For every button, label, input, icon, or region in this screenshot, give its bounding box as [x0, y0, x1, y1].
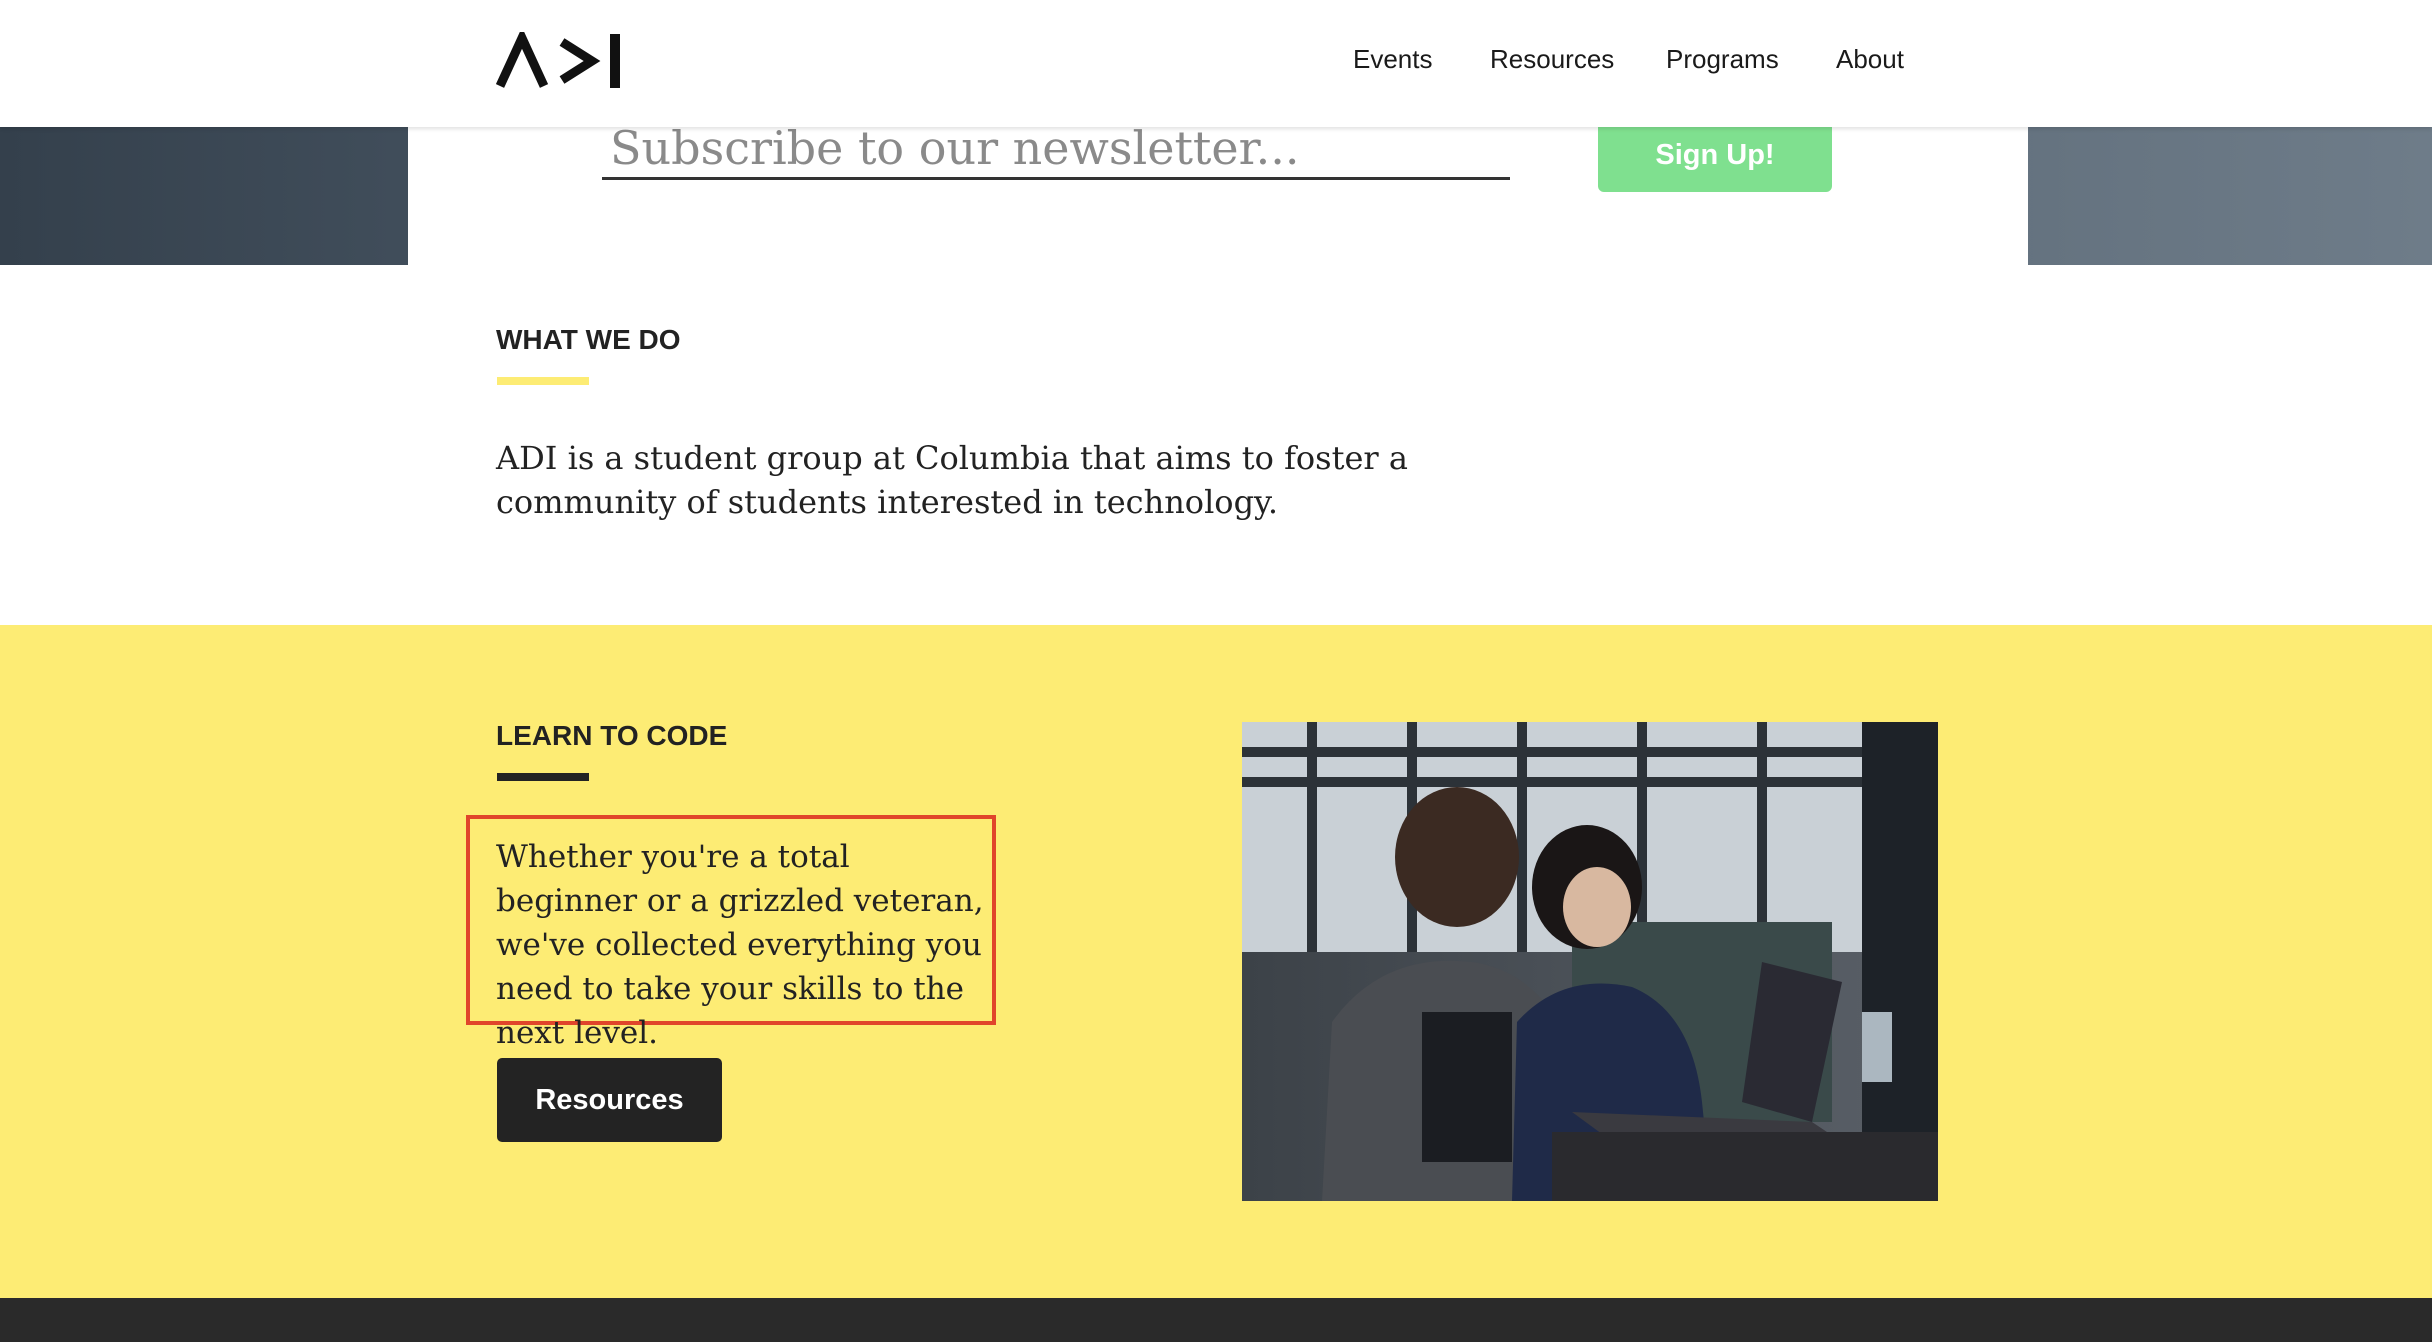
- learn-to-code-underline: [497, 773, 589, 781]
- nav-resources[interactable]: Resources: [1490, 44, 1614, 75]
- newsletter-email-input[interactable]: [602, 118, 1510, 180]
- what-we-do-heading: WHAT WE DO: [496, 324, 681, 355]
- footer: [0, 1298, 2432, 1342]
- nav-programs[interactable]: Programs: [1666, 44, 1779, 75]
- learn-to-code-text: Whether you're a total beginner or a gri…: [496, 839, 984, 1051]
- what-we-do-underline: [497, 377, 589, 385]
- resources-button[interactable]: Resources: [497, 1058, 722, 1142]
- nav-about[interactable]: About: [1836, 44, 1904, 75]
- nav-events[interactable]: Events: [1353, 44, 1433, 75]
- site-header: Events Resources Programs About: [0, 0, 2432, 127]
- page: Sign Up! Events Resources Programs About…: [0, 0, 2432, 1342]
- adi-logo[interactable]: [496, 32, 628, 90]
- students-coding-photo: [1242, 722, 1938, 1201]
- learn-to-code-heading: LEARN TO CODE: [496, 720, 728, 751]
- learn-to-code-section: [0, 625, 2432, 1298]
- signup-button[interactable]: Sign Up!: [1598, 118, 1832, 192]
- what-we-do-text: ADI is a student group at Columbia that …: [496, 439, 1408, 521]
